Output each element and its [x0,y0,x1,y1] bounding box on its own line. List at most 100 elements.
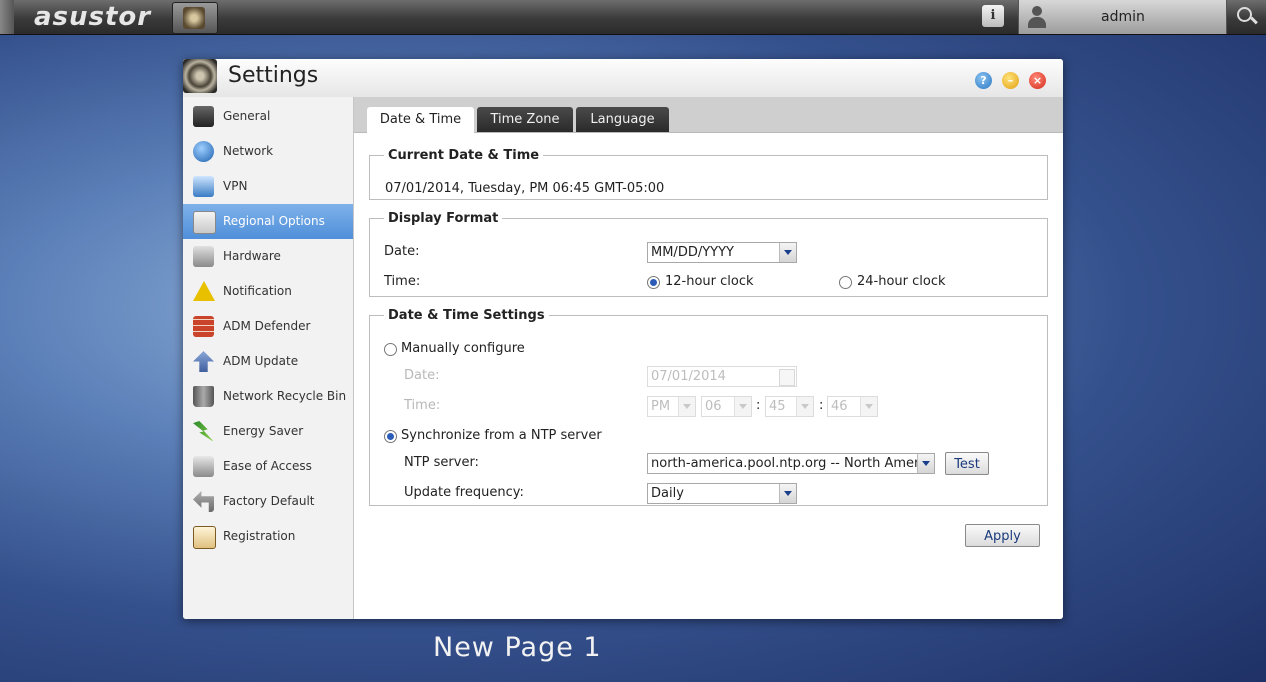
chevron-down-icon [860,397,877,416]
tab-date-time[interactable]: Date & Time [367,107,474,133]
apply-button[interactable]: Apply [965,524,1040,547]
sidebar-item-factory-default[interactable]: Factory Default [183,484,353,519]
ampm-select: PM [647,396,696,417]
info-icon[interactable]: i [982,5,1004,27]
asustor-logo: asustor [34,2,152,32]
ntp-server-select[interactable]: north-america.pool.ntp.org -- North Amer… [647,453,935,474]
chevron-down-icon [779,243,796,262]
test-button[interactable]: Test [945,452,989,475]
radio-24-hour[interactable] [839,276,852,289]
display-format-legend: Display Format [388,211,499,226]
current-datetime-legend: Current Date & Time [388,148,540,163]
radio-ntp-label[interactable]: Synchronize from a NTP server [401,428,602,443]
radio-12-hour-label[interactable]: 12-hour clock [665,274,754,289]
date-format-select[interactable]: MM/DD/YYYY [647,242,797,263]
sidebar-item-adm-update[interactable]: ADM Update [183,344,353,379]
sidebar-item-energy-saver[interactable]: Energy Saver [183,414,353,449]
settings-window: Settings ? – × General Network VPN Regional… [183,59,1063,619]
network-icon [193,141,214,162]
settings-content: Date & Time Time Zone Language Current D… [354,97,1063,619]
hardware-icon [193,246,214,267]
sidebar-item-notification[interactable]: Notification [183,274,353,309]
display-format-group: Display Format Date: MM/DD/YYYY Time: 12… [369,211,1048,297]
second-select: 46 [827,396,878,417]
date-format-label: Date: [384,244,420,259]
settings-app-button[interactable] [172,2,218,34]
sidebar-item-label: ADM Defender [223,319,311,333]
time-separator: : [819,398,824,413]
sidebar-item-label: Network [223,144,274,158]
date-format-value: MM/DD/YYYY [651,245,734,260]
sidebar-item-label: Energy Saver [223,424,304,438]
radio-24-hour-label[interactable]: 24-hour clock [857,274,946,289]
undo-icon [193,491,214,512]
sidebar-item-label: Hardware [223,249,281,263]
tab-time-zone[interactable]: Time Zone [477,107,573,132]
sidebar-item-label: General [223,109,271,123]
regional-options-icon [193,211,216,234]
time-separator: : [756,398,761,413]
sidebar-item-ease-of-access[interactable]: Ease of Access [183,449,353,484]
chevron-down-icon [796,397,813,416]
sidebar-item-label: VPN [223,179,248,193]
time-format-label: Time: [384,274,421,289]
hour-select: 06 [701,396,752,417]
tab-bar: Date & Time Time Zone Language [354,97,1063,133]
sidebar-item-network[interactable]: Network [183,134,353,169]
chevron-down-icon [917,454,934,473]
window-titlebar[interactable]: Settings ? – × [183,59,1063,98]
ntp-server-value: north-america.pool.ntp.org -- North Amer… [651,456,917,471]
datetime-settings-group: Date & Time Settings Manually configure … [369,308,1048,506]
clipboard-icon [193,526,216,549]
up-arrow-icon [193,351,214,372]
sidebar-item-registration[interactable]: Registration [183,519,353,554]
sidebar-item-label: Network Recycle Bin [223,389,347,403]
calendar-icon [779,369,795,386]
manual-date-label: Date: [404,368,440,383]
radio-12-hour[interactable] [647,276,660,289]
sidebar-item-regional-options[interactable]: Regional Options [183,204,353,239]
manual-time-label: Time: [404,398,441,413]
window-title: Settings [228,63,319,88]
sidebar-item-adm-defender[interactable]: ADM Defender [183,309,353,344]
close-button[interactable]: × [1029,72,1046,89]
search-icon[interactable] [1234,4,1260,30]
sidebar-item-network-recycle-bin[interactable]: Network Recycle Bin [183,379,353,414]
settings-gear-icon [183,59,217,93]
user-menu[interactable]: admin [1018,0,1227,34]
current-datetime-value: 07/01/2014, Tuesday, PM 06:45 GMT-05:00 [385,181,665,196]
lightning-icon [193,421,214,442]
sidebar-item-label: Notification [223,284,292,298]
trash-icon [193,386,214,407]
ntp-server-label: NTP server: [404,455,479,470]
chevron-down-icon [678,397,695,416]
tab-language[interactable]: Language [576,107,669,132]
ampm-value: PM [651,399,671,414]
chevron-down-icon [779,484,796,503]
minimize-button[interactable]: – [1002,72,1019,89]
user-avatar-icon [1027,6,1047,28]
general-icon [193,106,214,127]
update-frequency-value: Daily [651,486,684,501]
sidebar-item-label: Ease of Access [223,459,312,473]
update-frequency-label: Update frequency: [404,485,524,500]
printer-icon [193,456,214,477]
sidebar-item-general[interactable]: General [183,99,353,134]
help-button[interactable]: ? [975,72,992,89]
vpn-icon [193,176,214,197]
firewall-icon [193,316,214,337]
update-frequency-select[interactable]: Daily [647,483,797,504]
sidebar-item-hardware[interactable]: Hardware [183,239,353,274]
minute-value: 45 [769,399,786,414]
sidebar-item-vpn[interactable]: VPN [183,169,353,204]
taskbar-grip[interactable] [0,0,14,34]
settings-sidebar: General Network VPN Regional Options Hardwar… [183,97,354,619]
taskbar: asustor i admin [0,0,1266,35]
sidebar-item-label: Regional Options [223,214,325,228]
current-datetime-group: Current Date & Time 07/01/2014, Tuesday,… [369,148,1048,200]
manual-date-input: 07/01/2014 [647,366,797,387]
radio-ntp[interactable] [384,430,397,443]
radio-manual[interactable] [384,343,397,356]
warning-icon [193,281,215,301]
radio-manual-label[interactable]: Manually configure [401,341,525,356]
